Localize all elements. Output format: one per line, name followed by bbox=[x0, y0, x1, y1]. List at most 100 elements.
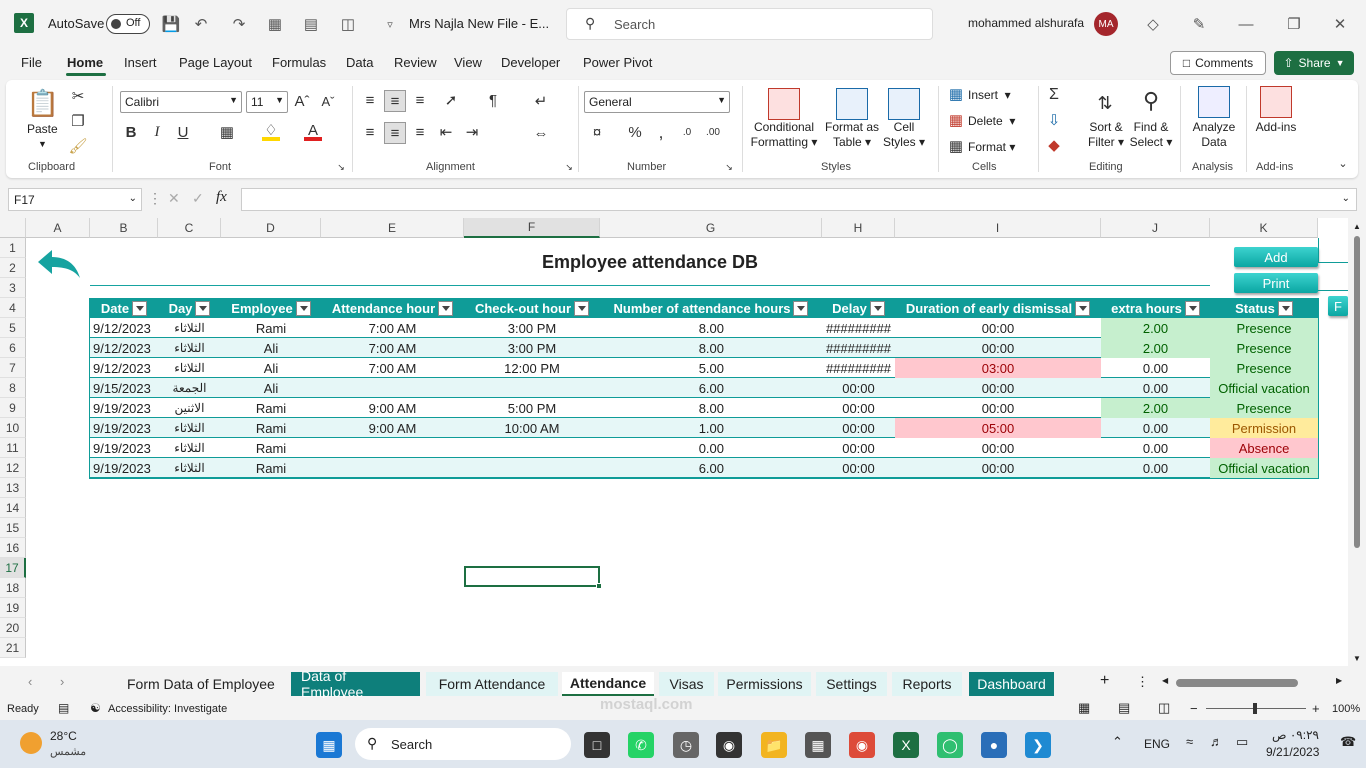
back-arrow-icon[interactable] bbox=[36, 246, 82, 282]
dialog-launcher-icon[interactable]: ↘ bbox=[564, 162, 574, 172]
table-cell[interactable]: Ali bbox=[221, 338, 321, 358]
column-header-i[interactable]: I bbox=[895, 218, 1101, 238]
temperature[interactable]: 28°C bbox=[50, 729, 77, 743]
tab-form-data-of-employee[interactable]: Form Data of Employee bbox=[117, 672, 285, 696]
table-cell[interactable]: 0.00 bbox=[1101, 378, 1210, 398]
column-header-a[interactable]: A bbox=[26, 218, 90, 238]
row-header-17[interactable]: 17 bbox=[0, 558, 26, 578]
menu-insert[interactable]: Insert bbox=[124, 55, 157, 70]
customize-toolbar-icon[interactable]: ▿ bbox=[380, 14, 400, 34]
filter-dropdown-icon[interactable] bbox=[438, 300, 454, 316]
table-cell[interactable]: الاثنين bbox=[158, 398, 221, 418]
underline-icon[interactable]: U bbox=[174, 123, 192, 141]
shapes-icon[interactable]: ◫ bbox=[338, 14, 358, 34]
calculator-icon[interactable]: ▦ bbox=[805, 732, 831, 758]
file-explorer-icon[interactable]: 📁 bbox=[761, 732, 787, 758]
scroll-up-icon[interactable]: ▲ bbox=[1353, 222, 1361, 231]
merge-center-icon[interactable]: ⇔ bbox=[530, 122, 552, 144]
table-cell[interactable]: Ali bbox=[221, 378, 321, 398]
number-format-select[interactable]: General ▼ bbox=[584, 91, 730, 113]
table-cell[interactable]: 00:00 bbox=[895, 458, 1101, 478]
show-hidden-icon[interactable]: ⌃ bbox=[1112, 734, 1123, 750]
zoom-out-icon[interactable]: − bbox=[1190, 701, 1198, 716]
table-cell[interactable]: الثلاثاء bbox=[158, 338, 221, 358]
currency-icon[interactable]: ¤ bbox=[586, 123, 608, 141]
filter-dropdown-icon[interactable] bbox=[132, 300, 148, 316]
table-cell[interactable]: Presence bbox=[1210, 398, 1318, 418]
row-header-5[interactable]: 5 bbox=[0, 318, 26, 338]
table-cell[interactable]: 7:00 AM bbox=[321, 318, 464, 338]
bold-icon[interactable]: B bbox=[122, 123, 140, 141]
borders-icon[interactable]: ▦ bbox=[218, 123, 236, 141]
table-cell[interactable]: الثلاثاء bbox=[158, 438, 221, 458]
row-header-18[interactable]: 18 bbox=[0, 578, 26, 598]
cancel-icon[interactable]: ✕ bbox=[168, 190, 180, 207]
column-header-j[interactable]: J bbox=[1101, 218, 1210, 238]
table-cell[interactable]: 9/19/2023 bbox=[90, 458, 158, 478]
insert-cells-icon[interactable]: ▦ bbox=[948, 86, 964, 103]
row-header-2[interactable]: 2 bbox=[0, 258, 26, 278]
restore-icon[interactable]: ❐ bbox=[1284, 14, 1304, 34]
row-header-8[interactable]: 8 bbox=[0, 378, 26, 398]
page-break-view-icon[interactable]: ◫ bbox=[1158, 700, 1170, 716]
decrease-font-icon[interactable]: Aˇ bbox=[319, 92, 337, 110]
menu-review[interactable]: Review bbox=[394, 55, 437, 70]
table-cell[interactable]: 5:00 PM bbox=[464, 398, 600, 418]
align-left-icon[interactable]: ≡ bbox=[360, 122, 380, 142]
tab-reports[interactable]: Reports bbox=[892, 672, 962, 696]
row-header-1[interactable]: 1 bbox=[0, 238, 26, 258]
table-cell[interactable]: 00:00 bbox=[895, 398, 1101, 418]
paste-icon[interactable]: 📋 bbox=[27, 86, 59, 120]
table-cell[interactable]: 0.00 bbox=[1101, 358, 1210, 378]
scroll-thumb[interactable] bbox=[1176, 679, 1298, 687]
column-header-f[interactable]: F bbox=[464, 218, 600, 238]
table-cell[interactable]: Permission bbox=[1210, 418, 1318, 438]
table-cell[interactable]: Rami bbox=[221, 458, 321, 478]
table-cell[interactable]: 6.00 bbox=[600, 458, 822, 478]
format-cells-icon[interactable]: ▦ bbox=[948, 138, 964, 155]
filter-dropdown-icon[interactable] bbox=[793, 300, 809, 316]
delete-cells-label[interactable]: Delete ▾ bbox=[968, 114, 1015, 129]
row-header-10[interactable]: 10 bbox=[0, 418, 26, 438]
format-as-table-icon[interactable] bbox=[836, 88, 868, 120]
column-header-c[interactable]: C bbox=[158, 218, 221, 238]
font-size-select[interactable]: 11 ▼ bbox=[246, 91, 288, 113]
fill-handle[interactable] bbox=[596, 583, 602, 589]
table-cell[interactable]: الثلاثاء bbox=[158, 458, 221, 478]
row-header-16[interactable]: 16 bbox=[0, 538, 26, 558]
pen-icon[interactable]: ✎ bbox=[1189, 14, 1209, 34]
increase-decimal-icon[interactable]: .0 bbox=[676, 123, 698, 141]
column-header-e[interactable]: E bbox=[321, 218, 464, 238]
table-cell[interactable] bbox=[321, 458, 464, 478]
align-bottom-icon[interactable]: ≡ bbox=[410, 90, 430, 110]
table-header-cell[interactable]: Status bbox=[1210, 298, 1318, 318]
format-as-table-label[interactable]: Format as Table ▾ bbox=[822, 120, 882, 150]
table-cell[interactable] bbox=[464, 458, 600, 478]
table-cell[interactable]: 9:00 AM bbox=[321, 398, 464, 418]
accessibility-icon[interactable]: ☯ bbox=[90, 701, 101, 715]
row-header-21[interactable]: 21 bbox=[0, 638, 26, 658]
clock-time[interactable]: ٠٩:٢٩ ص bbox=[1272, 728, 1319, 742]
row-header-12[interactable]: 12 bbox=[0, 458, 26, 478]
scroll-down-icon[interactable]: ▼ bbox=[1353, 654, 1361, 663]
globe-icon[interactable]: ● bbox=[981, 732, 1007, 758]
name-box[interactable]: F17 ⌄ bbox=[8, 188, 142, 211]
select-all-corner[interactable] bbox=[0, 218, 26, 238]
table-header-cell[interactable]: Delay bbox=[822, 298, 895, 318]
green-app-icon[interactable]: ◯ bbox=[937, 732, 963, 758]
comments-button[interactable]: □ Comments bbox=[1170, 51, 1266, 75]
percent-icon[interactable]: % bbox=[626, 123, 644, 141]
font-name-select[interactable]: Calibri ▼ bbox=[120, 91, 242, 113]
selected-cell[interactable] bbox=[464, 566, 600, 587]
table-cell[interactable]: 00:00 bbox=[822, 418, 895, 438]
table-cell[interactable]: 2.00 bbox=[1101, 338, 1210, 358]
font-color-icon[interactable]: A bbox=[304, 122, 322, 141]
table-cell[interactable]: 0.00 bbox=[1101, 458, 1210, 478]
table-cell[interactable]: الجمعة bbox=[158, 378, 221, 398]
save-icon[interactable]: 💾 bbox=[161, 14, 181, 34]
table-cell[interactable]: 2.00 bbox=[1101, 398, 1210, 418]
tab-form-attendance[interactable]: Form Attendance bbox=[426, 672, 558, 696]
next-sheet-icon[interactable]: › bbox=[60, 674, 64, 689]
table-cell[interactable]: 00:00 bbox=[895, 378, 1101, 398]
table-cell[interactable]: الثلاثاء bbox=[158, 358, 221, 378]
